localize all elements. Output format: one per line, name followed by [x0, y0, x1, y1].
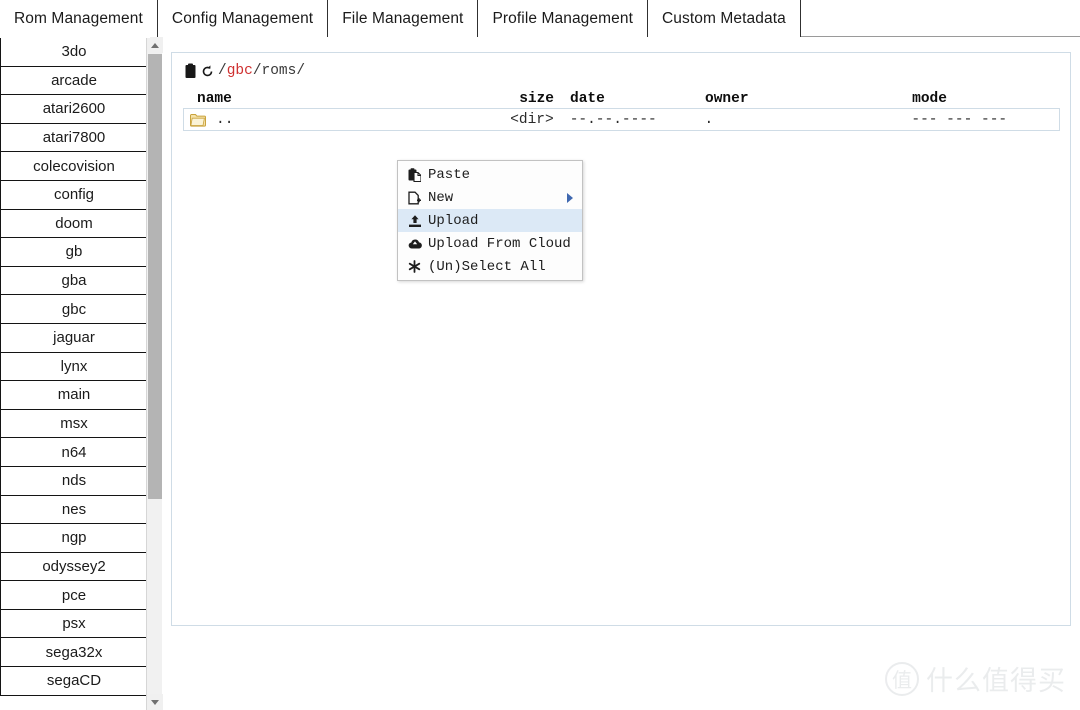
- paste-icon: [408, 167, 426, 182]
- file-list: name size date owner mode .. <dir> --.--.-…: [183, 89, 1060, 131]
- sidebar-scrollbar-thumb[interactable]: [148, 54, 162, 499]
- sidebar-item-atari2600[interactable]: atari2600: [0, 94, 148, 124]
- column-header-size[interactable]: size: [455, 91, 554, 107]
- column-header-date[interactable]: date: [554, 91, 689, 107]
- platform-sidebar[interactable]: 3do arcade atari2600 atari7800 colecovision c…: [0, 37, 148, 710]
- sidebar-item-config[interactable]: config: [0, 179, 148, 210]
- context-menu-item-new[interactable]: New: [398, 186, 582, 209]
- new-file-icon: [408, 191, 426, 205]
- scroll-down-arrow-icon[interactable]: [147, 694, 163, 710]
- file-name-cell[interactable]: ..: [184, 112, 455, 128]
- sidebar-item-msx[interactable]: msx: [0, 408, 148, 439]
- sidebar-scrollbar[interactable]: [146, 37, 163, 710]
- file-size-cell: <dir>: [510, 111, 554, 128]
- breadcrumb: /gbc/roms/: [184, 63, 305, 79]
- sidebar-item-lynx[interactable]: lynx: [0, 351, 148, 382]
- sidebar-item-nes[interactable]: nes: [0, 494, 148, 525]
- main-content-area: /gbc/roms/ name size date owner mode .. <…: [163, 37, 1080, 710]
- file-owner-cell: .: [704, 111, 714, 128]
- folder-icon: [190, 113, 206, 127]
- cloud-upload-icon: [408, 238, 426, 250]
- column-header-owner[interactable]: owner: [689, 91, 896, 107]
- asterisk-icon: [408, 260, 426, 273]
- breadcrumb-separator: /: [296, 63, 306, 79]
- sidebar-item-main[interactable]: main: [0, 380, 148, 410]
- file-mode-cell: --- --- ---: [911, 111, 1008, 128]
- tab-custom-metadata[interactable]: Custom Metadata: [647, 0, 801, 37]
- clipboard-icon[interactable]: [184, 63, 197, 79]
- file-date-cell: --.--.----: [569, 111, 657, 128]
- sidebar-item-atari7800[interactable]: atari7800: [0, 122, 148, 153]
- sidebar-item-doom[interactable]: doom: [0, 208, 148, 239]
- column-header-mode[interactable]: mode: [896, 91, 1060, 107]
- tab-bar: Rom Management Config Management File Mana…: [0, 0, 1080, 37]
- sidebar-item-segacd[interactable]: segaCD: [0, 666, 148, 696]
- sidebar-item-gba[interactable]: gba: [0, 265, 148, 296]
- breadcrumb-separator: /: [218, 63, 227, 79]
- file-browser-panel: /gbc/roms/ name size date owner mode .. <…: [171, 52, 1071, 626]
- column-header-name[interactable]: name: [183, 91, 455, 107]
- sidebar-item-3do[interactable]: 3do: [0, 37, 148, 67]
- breadcrumb-path[interactable]: /gbc/roms/: [218, 63, 305, 79]
- refresh-icon[interactable]: [200, 64, 215, 79]
- context-menu-item-label: Upload: [428, 212, 479, 229]
- watermark-text: 什么值得买: [926, 666, 1066, 697]
- application-window: Rom Management Config Management File Mana…: [0, 0, 1080, 710]
- context-menu-item-label: New: [428, 189, 454, 206]
- sidebar-item-arcade[interactable]: arcade: [0, 65, 148, 96]
- table-row[interactable]: .. <dir> --.--.----. --- --- ---: [183, 109, 1060, 131]
- tab-config-management[interactable]: Config Management: [157, 0, 329, 37]
- context-menu-item-upload-from-cloud[interactable]: Upload From Cloud: [398, 232, 582, 255]
- sidebar-item-gb[interactable]: gb: [0, 237, 148, 267]
- sidebar-item-gbc[interactable]: gbc: [0, 294, 148, 324]
- tabs-strip: Rom Management Config Management File Mana…: [0, 0, 801, 37]
- context-menu-item-un-select-all[interactable]: (Un)Select All: [398, 255, 582, 278]
- breadcrumb-separator: /: [252, 63, 262, 79]
- sidebar-item-sega32x[interactable]: sega32x: [0, 637, 148, 668]
- file-list-header: name size date owner mode: [183, 89, 1060, 109]
- sidebar-item-colecovision[interactable]: colecovision: [0, 151, 148, 181]
- breadcrumb-segment-gbc[interactable]: gbc: [227, 63, 253, 79]
- sidebar-item-psx[interactable]: psx: [0, 608, 148, 639]
- chevron-right-icon: [567, 192, 573, 203]
- breadcrumb-segment-roms[interactable]: roms: [262, 63, 297, 79]
- sidebar-item-pce[interactable]: pce: [0, 580, 148, 610]
- tab-file-management[interactable]: File Management: [328, 0, 479, 37]
- sidebar-item-n64[interactable]: n64: [0, 437, 148, 467]
- context-menu-item-label: (Un)Select All: [428, 258, 546, 275]
- sidebar-item-ngp[interactable]: ngp: [0, 523, 148, 553]
- sidebar-item-odyssey2[interactable]: odyssey2: [0, 551, 148, 582]
- sidebar-item-jaguar[interactable]: jaguar: [0, 322, 148, 353]
- watermark: 值 什么值得买: [885, 659, 1066, 698]
- file-name-text: ..: [216, 111, 234, 128]
- watermark-logo-icon: 值: [885, 661, 919, 696]
- tab-profile-management[interactable]: Profile Management: [478, 0, 648, 37]
- scroll-up-arrow-icon[interactable]: [147, 37, 163, 53]
- tab-rom-management[interactable]: Rom Management: [0, 0, 158, 37]
- active-tab-underline-mask: [0, 36, 150, 38]
- context-menu-item-paste[interactable]: Paste: [398, 163, 582, 186]
- sidebar-item-nds[interactable]: nds: [0, 465, 148, 496]
- upload-icon: [408, 214, 426, 228]
- context-menu-item-label: Upload From Cloud: [428, 235, 571, 252]
- context-menu[interactable]: Paste New Upload Upload From Cloud (Un)Selec…: [397, 160, 583, 281]
- context-menu-item-upload[interactable]: Upload: [398, 209, 582, 232]
- context-menu-item-label: Paste: [428, 166, 471, 183]
